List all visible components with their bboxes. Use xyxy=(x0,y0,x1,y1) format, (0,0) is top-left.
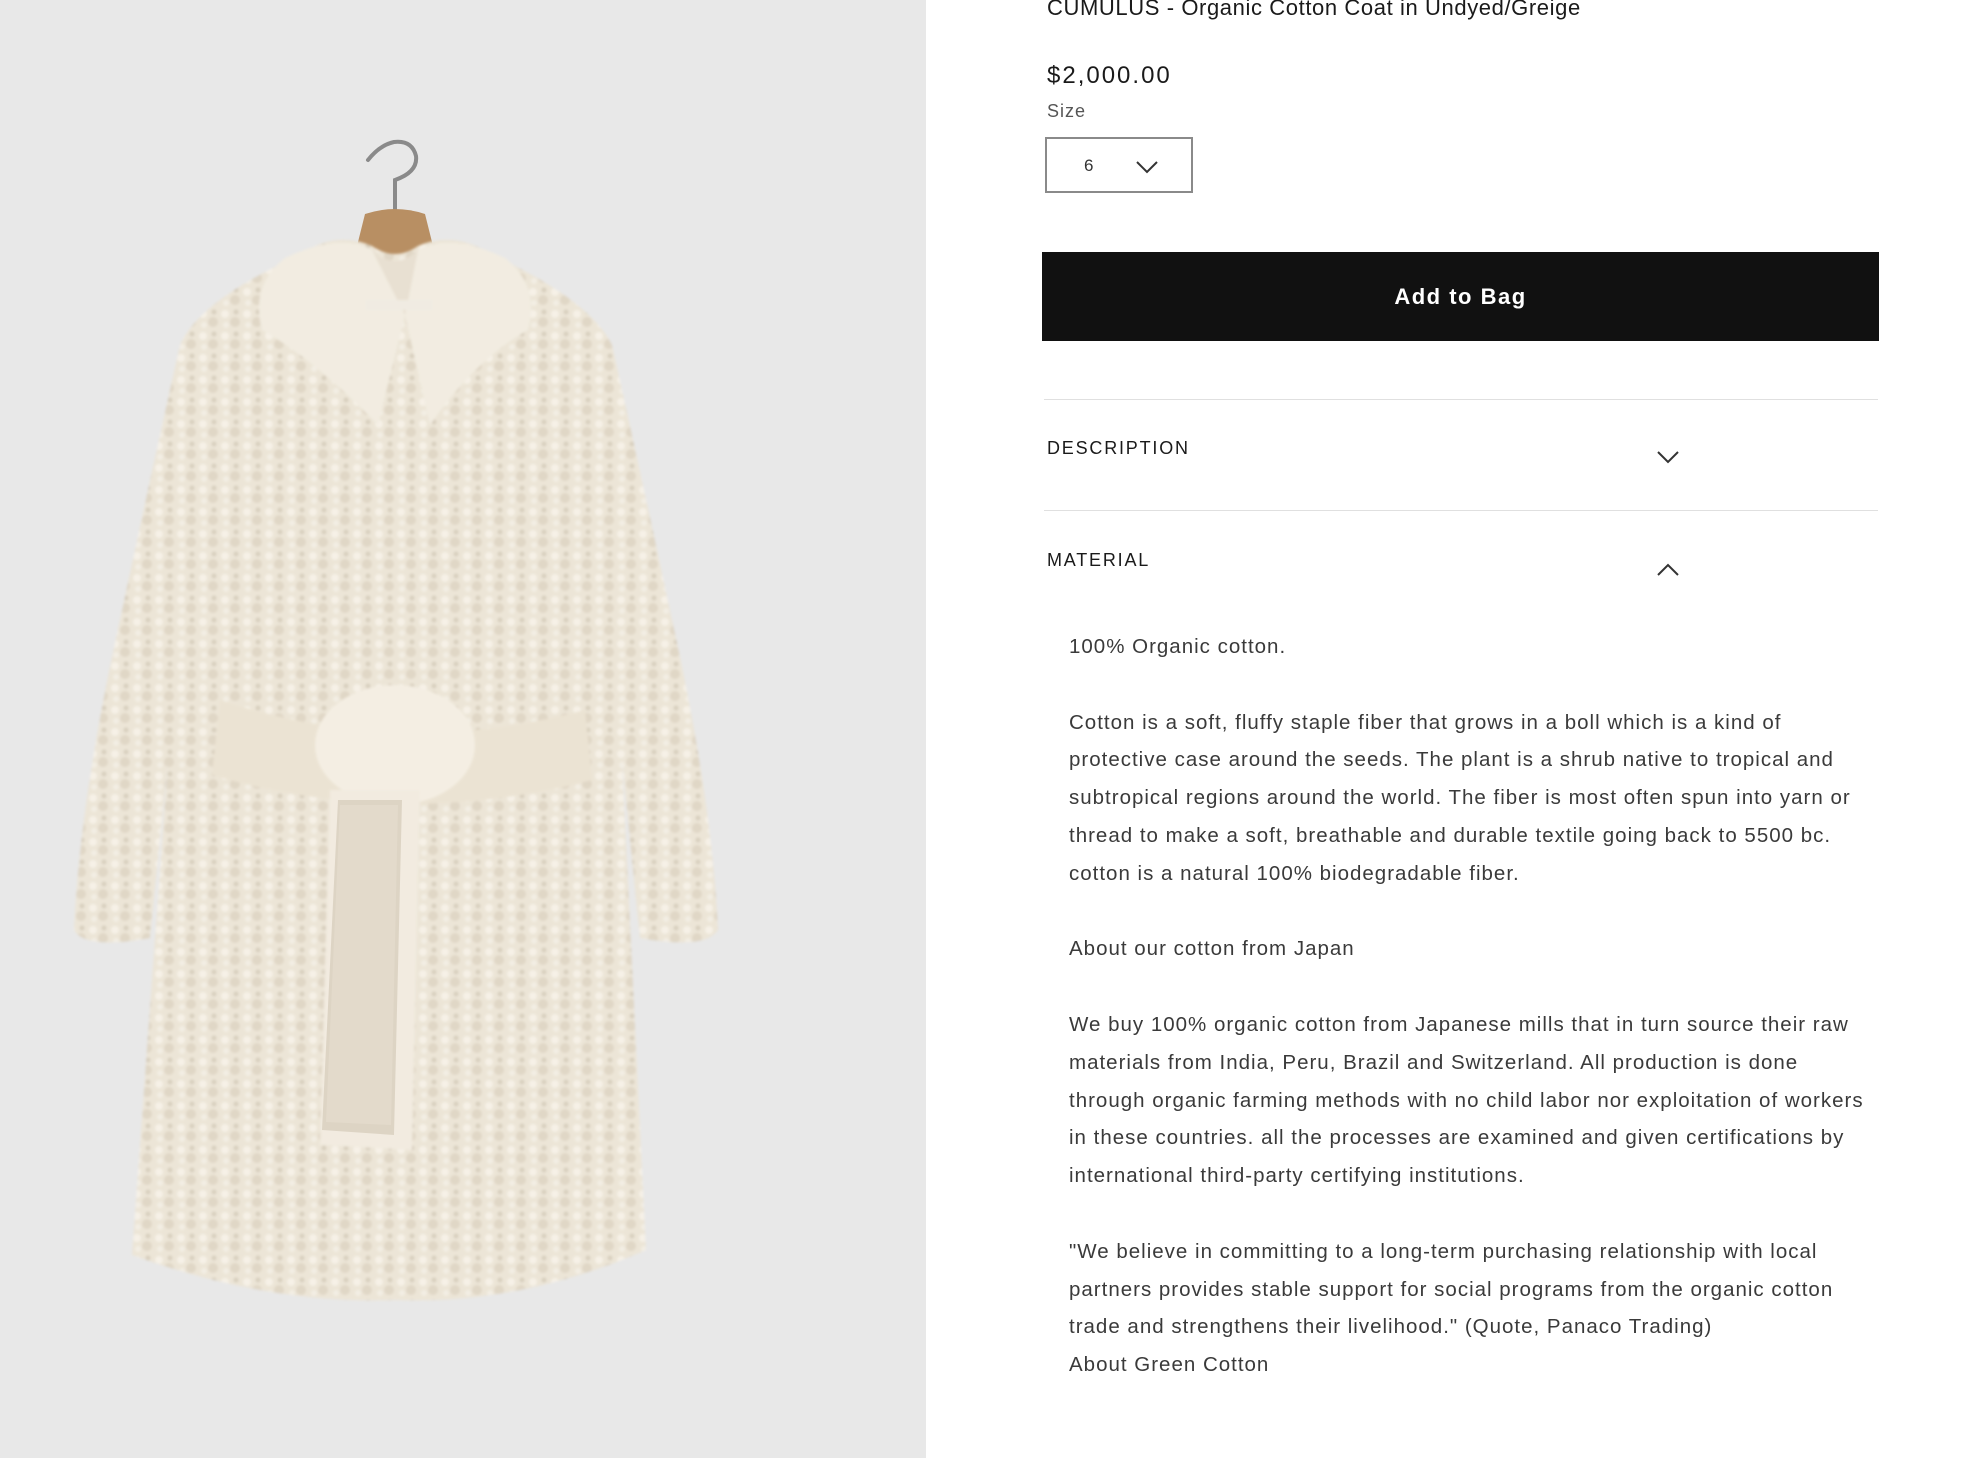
accordion-material-title[interactable]: MATERIAL xyxy=(1047,550,1150,571)
chevron-down-icon xyxy=(1136,161,1158,174)
material-paragraph: About Green Cotton xyxy=(1069,1353,1270,1377)
chevron-down-icon[interactable] xyxy=(1656,450,1680,464)
product-details: CUMULUS - Organic Cotton Coat in Undyed/… xyxy=(926,0,1970,1458)
material-paragraph: We buy 100% organic cotton from Japanese… xyxy=(1069,1012,1864,1188)
divider xyxy=(1044,510,1878,511)
divider xyxy=(1044,399,1878,400)
accordion-description-title[interactable]: DESCRIPTION xyxy=(1047,438,1190,459)
product-image-panel xyxy=(0,0,926,1458)
product-title: CUMULUS - Organic Cotton Coat in Undyed/… xyxy=(1047,0,1581,20)
material-paragraph: "We believe in committing to a long-term… xyxy=(1069,1239,1834,1339)
material-paragraph: Cotton is a soft, fluffy staple fiber th… xyxy=(1069,710,1851,885)
size-select[interactable]: 6 xyxy=(1045,137,1193,193)
add-to-bag-button[interactable]: Add to Bag xyxy=(1042,252,1879,341)
material-paragraph: About our cotton from Japan xyxy=(1069,937,1355,961)
size-selected-value: 6 xyxy=(1084,156,1094,175)
size-label: Size xyxy=(1047,101,1087,121)
material-paragraph: 100% Organic cotton. xyxy=(1069,635,1287,658)
material-content: 100% Organic cotton. Cotton is a soft, f… xyxy=(1069,628,1869,1384)
chevron-up-icon[interactable] xyxy=(1656,563,1680,577)
product-image xyxy=(74,139,718,1301)
product-price: $2,000.00 xyxy=(1047,62,1172,89)
